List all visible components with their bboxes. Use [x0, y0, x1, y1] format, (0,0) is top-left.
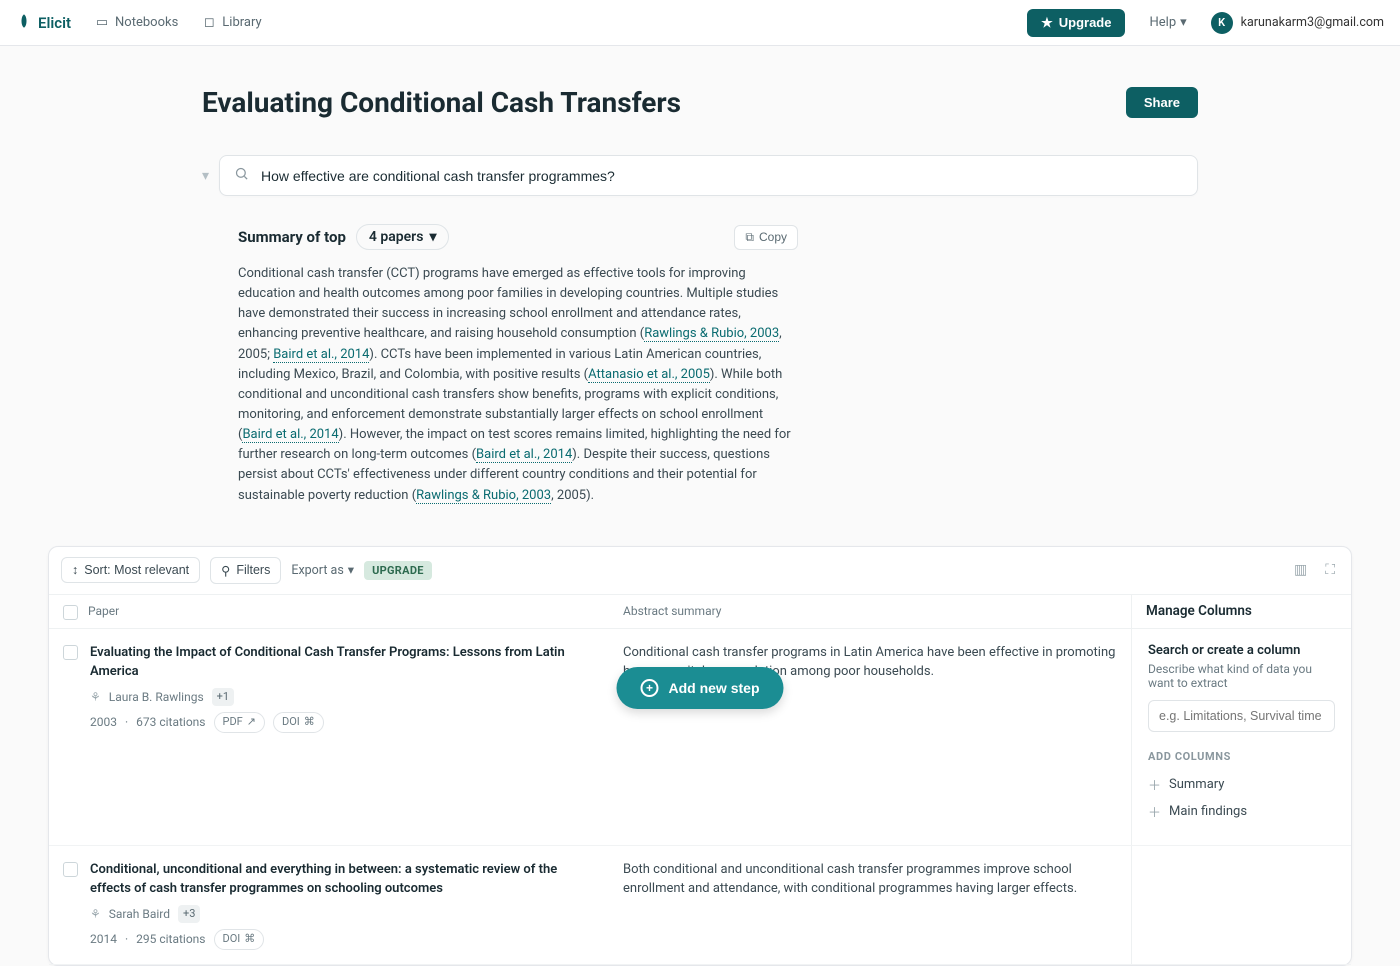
nav-library-label: Library	[222, 15, 261, 30]
copy-button[interactable]: ⧉ Copy	[734, 225, 798, 250]
paper-year: 2014	[90, 930, 117, 948]
citation-link[interactable]: Rawlings & Rubio, 2003	[416, 488, 551, 504]
paper-citations: 295 citations	[136, 930, 205, 948]
search-input[interactable]	[259, 167, 1183, 185]
citation-link[interactable]: Baird et al., 2014	[242, 427, 338, 443]
copy-button-label: Copy	[759, 230, 787, 244]
filters-button[interactable]: ⚲ Filters	[210, 557, 281, 584]
link-icon: ⌘	[244, 931, 255, 948]
manage-columns-header: Manage Columns	[1131, 595, 1351, 628]
brand-name: Elicit	[38, 14, 71, 32]
topbar: Elicit ▭ Notebooks ◻ Library ★ Upgrade H…	[0, 0, 1400, 46]
papers-selector-label: 4 papers	[369, 229, 424, 245]
additional-authors[interactable]: +1	[212, 688, 234, 707]
brand-mark-icon	[16, 13, 32, 33]
summary-title: Summary of top	[238, 228, 346, 246]
manage-columns-panel: Search or create a column Describe what …	[1131, 629, 1351, 845]
add-column-label: Main findings	[1169, 804, 1247, 819]
page-title: Evaluating Conditional Cash Transfers	[202, 86, 681, 119]
add-columns-heading: ADD COLUMNS	[1148, 750, 1335, 763]
sort-button[interactable]: ↕ Sort: Most relevant	[61, 557, 200, 583]
upgrade-badge[interactable]: UPGRADE	[364, 561, 432, 580]
copy-icon: ⧉	[745, 230, 754, 245]
column-header-paper: Paper	[49, 595, 609, 628]
column-search-input[interactable]	[1148, 700, 1335, 732]
results-panel: ↕ Sort: Most relevant ⚲ Filters Export a…	[48, 546, 1352, 966]
side-search-title: Search or create a column	[1148, 643, 1335, 658]
citation-link[interactable]: Baird et al., 2014	[273, 347, 369, 363]
add-column-main-findings[interactable]: ＋ Main findings	[1148, 798, 1335, 825]
plus-circle-icon: +	[640, 679, 658, 697]
paper-title[interactable]: Evaluating the Impact of Conditional Cas…	[90, 643, 595, 682]
chevron-down-icon: ▾	[1180, 15, 1187, 30]
additional-authors[interactable]: +3	[178, 905, 200, 924]
avatar[interactable]: K	[1211, 12, 1233, 34]
column-header-abstract-label: Abstract summary	[623, 604, 721, 618]
search-box[interactable]	[219, 155, 1198, 196]
link-icon: ⌘	[304, 714, 315, 731]
avatar-letter: K	[1218, 16, 1225, 29]
add-column-label: Summary	[1169, 777, 1224, 792]
results-toolbar: ↕ Sort: Most relevant ⚲ Filters Export a…	[49, 547, 1351, 595]
manage-columns-label: Manage Columns	[1146, 603, 1252, 619]
plus-icon: ＋	[1148, 802, 1161, 821]
plus-icon: ＋	[1148, 775, 1161, 794]
add-step-fab[interactable]: + Add new step	[616, 667, 783, 709]
export-button-label: Export as	[291, 563, 343, 578]
abstract-cell: Both conditional and unconditional cash …	[609, 846, 1131, 964]
user-email: karunakarm3@gmail.com	[1241, 15, 1384, 30]
filters-button-label: Filters	[236, 563, 270, 577]
library-icon: ◻	[202, 15, 216, 30]
expand-icon[interactable]: ⛶	[1321, 558, 1339, 582]
citation-link[interactable]: Rawlings & Rubio, 2003	[644, 326, 779, 342]
side-search-desc: Describe what kind of data you want to e…	[1148, 662, 1335, 690]
pdf-link[interactable]: PDF ↗	[214, 712, 265, 733]
paper-title[interactable]: Conditional, unconditional and everythin…	[90, 860, 595, 899]
add-step-label: Add new step	[668, 680, 759, 696]
sort-button-label: Sort: Most relevant	[84, 563, 189, 577]
notebook-icon: ▭	[95, 15, 109, 30]
chevron-down-icon: ▾	[348, 562, 354, 578]
star-icon: ★	[1041, 15, 1053, 31]
authors-icon: ⚘	[90, 688, 101, 706]
nav-notebooks[interactable]: ▭ Notebooks	[95, 15, 178, 30]
filter-icon: ⚲	[221, 563, 230, 578]
collapse-chevron-icon[interactable]: ▾	[202, 168, 209, 184]
citation-link[interactable]: Baird et al., 2014	[476, 447, 572, 463]
authors-icon: ⚘	[90, 905, 101, 923]
external-link-icon: ↗	[247, 714, 256, 731]
export-button[interactable]: Export as ▾	[291, 562, 354, 578]
help-menu[interactable]: Help ▾	[1149, 15, 1186, 30]
column-header-paper-label: Paper	[88, 604, 119, 618]
brand[interactable]: Elicit	[16, 13, 71, 33]
chevron-down-icon: ▾	[429, 229, 436, 245]
papers-selector[interactable]: 4 papers ▾	[356, 224, 450, 250]
summary-text: Conditional cash transfer (CCT) programs…	[238, 264, 798, 506]
citation-link[interactable]: Attanasio et al., 2005	[588, 367, 710, 383]
nav-notebooks-label: Notebooks	[115, 15, 178, 30]
upgrade-button[interactable]: ★ Upgrade	[1027, 9, 1125, 37]
select-all-checkbox[interactable]	[63, 605, 78, 620]
upgrade-button-label: Upgrade	[1059, 15, 1112, 30]
nav-library[interactable]: ◻ Library	[202, 15, 261, 30]
paper-year: 2003	[90, 713, 117, 731]
paper-author: Sarah Baird	[109, 905, 170, 923]
paper-author: Laura B. Rawlings	[109, 688, 204, 706]
add-column-summary[interactable]: ＋ Summary	[1148, 771, 1335, 798]
row-checkbox[interactable]	[63, 645, 78, 660]
table-row: Evaluating the Impact of Conditional Cas…	[49, 629, 1351, 846]
share-button[interactable]: Share	[1126, 87, 1198, 118]
column-header-abstract: Abstract summary	[609, 595, 1131, 628]
row-checkbox[interactable]	[63, 862, 78, 877]
doi-link[interactable]: DOI ⌘	[214, 929, 265, 950]
paper-citations: 673 citations	[136, 713, 205, 731]
layout-icon[interactable]: ▥	[1290, 558, 1311, 582]
sort-icon: ↕	[72, 563, 78, 577]
help-label: Help	[1149, 15, 1176, 30]
doi-link[interactable]: DOI ⌘	[273, 712, 324, 733]
search-icon	[234, 166, 249, 185]
